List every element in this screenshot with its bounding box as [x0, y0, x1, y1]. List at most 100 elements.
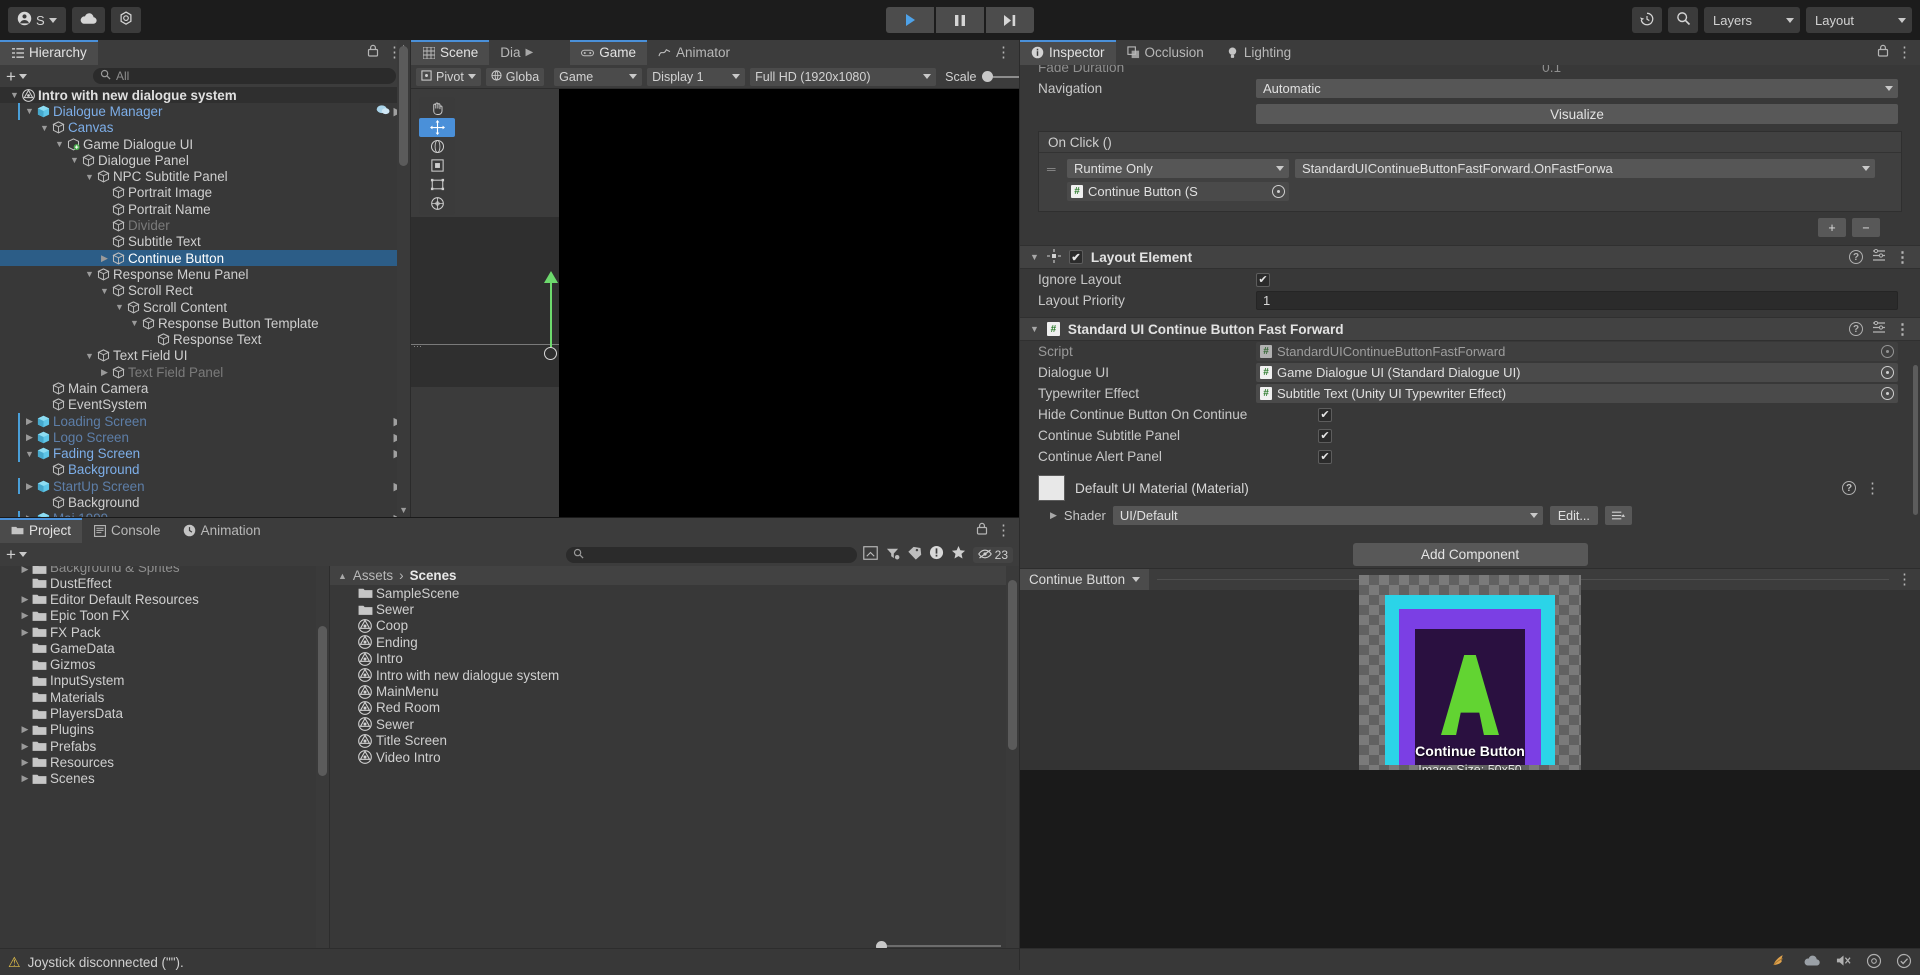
tab-game[interactable]: Game: [570, 40, 648, 65]
project-file-row[interactable]: Ending: [330, 634, 1019, 650]
filter-type-icon[interactable]: [885, 546, 900, 564]
hierarchy-row[interactable]: ▼ NPC Subtitle Panel: [0, 168, 410, 184]
project-tree-row[interactable]: DustEffect: [0, 575, 329, 591]
undo-history-button[interactable]: [1632, 7, 1662, 33]
hierarchy-row[interactable]: ▶ Background: [0, 494, 410, 510]
tab-scene[interactable]: Scene: [411, 40, 490, 65]
chevron-right-icon[interactable]: ▶: [1050, 510, 1057, 521]
hierarchy-row[interactable]: ▼Dialogue Manager▶: [0, 103, 410, 120]
status-bar[interactable]: ⚠ Joystick disconnected ("").: [0, 948, 1920, 975]
project-kebab-icon[interactable]: ⋮: [996, 523, 1011, 538]
project-tree-row[interactable]: ▶ Epic Toon FX: [0, 608, 329, 624]
layout-dropdown[interactable]: Layout: [1806, 7, 1912, 33]
twirl-icon[interactable]: ▼: [23, 106, 36, 116]
twirl-icon[interactable]: ▼: [23, 449, 36, 459]
twirl-icon[interactable]: ▶: [98, 187, 111, 198]
hierarchy-row[interactable]: ▶ Response Text: [0, 331, 410, 347]
twirl-icon[interactable]: ▶: [38, 497, 51, 508]
onclick-target-object-field[interactable]: # Continue Button (S: [1067, 182, 1289, 201]
twirl-icon[interactable]: ▼: [38, 123, 51, 133]
hierarchy-tree[interactable]: ▼ Intro with new dialogue system ▼ Dialogue…: [0, 87, 410, 517]
move-tool-icon[interactable]: [419, 118, 455, 137]
save-search-icon[interactable]: [862, 545, 878, 564]
lock-icon[interactable]: [976, 522, 988, 539]
twirl-icon[interactable]: ▶: [98, 367, 111, 378]
project-tree-row[interactable]: Gizmos: [0, 656, 329, 672]
global-button[interactable]: Globa: [485, 67, 545, 86]
twirl-icon[interactable]: ▶: [23, 481, 36, 492]
project-file-list[interactable]: ▲ Assets › Scenes SampleScene Sewer Coop En…: [330, 566, 1019, 972]
project-file-row[interactable]: Red Room: [330, 700, 1019, 716]
object-picker-icon[interactable]: [1881, 366, 1894, 379]
project-file-row[interactable]: Title Screen: [330, 733, 1019, 749]
project-files-scrollbar[interactable]: [1006, 566, 1019, 972]
search-button[interactable]: [1668, 7, 1698, 33]
collab-icon[interactable]: [1771, 953, 1789, 971]
help-icon[interactable]: ?: [1849, 250, 1863, 264]
lock-icon[interactable]: [367, 44, 379, 61]
project-file-row[interactable]: Coop: [330, 618, 1019, 634]
scale-tool-icon[interactable]: [419, 156, 455, 175]
hierarchy-row[interactable]: ▼Fading Screen▶: [0, 445, 410, 462]
hand-tool-icon[interactable]: [419, 99, 455, 118]
project-file-row[interactable]: Sewer: [330, 716, 1019, 732]
hierarchy-scrollbar[interactable]: ▲ ▼: [397, 40, 410, 517]
tab-occlusion[interactable]: Occlusion: [1116, 40, 1215, 65]
object-picker-icon[interactable]: [1272, 185, 1285, 198]
breadcrumb[interactable]: ▲ Assets › Scenes: [330, 566, 1019, 585]
project-files-scroll-thumb[interactable]: [1008, 580, 1017, 750]
component-header-fast-forward[interactable]: ▼ # Standard UI Continue Button Fast For…: [1020, 317, 1920, 341]
rect-tool-icon[interactable]: [419, 175, 455, 194]
project-file-row[interactable]: Sewer: [330, 601, 1019, 617]
add-event-button[interactable]: +: [1818, 218, 1846, 237]
scene-kebab-icon[interactable]: ⋮: [996, 45, 1011, 60]
chevron-down-icon[interactable]: ▼: [1030, 324, 1039, 334]
settings-gear-icon[interactable]: [1866, 953, 1882, 972]
dialogue-ui-object-field[interactable]: # Game Dialogue UI (Standard Dialogue UI…: [1256, 363, 1898, 382]
twirl-icon[interactable]: ▶: [98, 236, 111, 247]
continue-alert-panel-checkbox[interactable]: ✔: [1318, 449, 1332, 464]
hierarchy-row[interactable]: ▼ Text Field UI: [0, 348, 410, 364]
preset-icon[interactable]: [1872, 320, 1886, 337]
twirl-icon[interactable]: ▶: [98, 253, 111, 264]
tab-dialogue[interactable]: Dia ▶: [489, 40, 544, 65]
add-component-button[interactable]: Add Component: [1352, 543, 1588, 566]
settings-button[interactable]: [110, 7, 141, 33]
project-file-row[interactable]: MainMenu: [330, 683, 1019, 699]
hierarchy-row[interactable]: ▶ Main Camera: [0, 380, 410, 396]
hierarchy-row[interactable]: ▶ Portrait Name: [0, 201, 410, 217]
project-create-button[interactable]: +: [6, 546, 27, 563]
preview-title-tab[interactable]: Continue Button: [1020, 568, 1150, 591]
cloud-button[interactable]: [71, 7, 105, 33]
object-picker-icon[interactable]: [1881, 387, 1894, 400]
tab-animator[interactable]: Animator: [647, 40, 741, 65]
project-file-row[interactable]: Intro: [330, 651, 1019, 667]
step-button[interactable]: [986, 7, 1034, 33]
lock-icon[interactable]: [1877, 44, 1889, 61]
hierarchy-row[interactable]: ▶ Continue Button: [0, 249, 410, 267]
project-file-row[interactable]: SampleScene: [330, 585, 1019, 601]
layout-element-enabled-checkbox[interactable]: ✔: [1068, 250, 1083, 264]
component-kebab-icon[interactable]: ⋮: [1895, 250, 1910, 265]
warning-filter-icon[interactable]: [929, 545, 944, 564]
hierarchy-row[interactable]: ▶ Subtitle Text: [0, 234, 410, 250]
pause-button[interactable]: [936, 7, 984, 33]
twirl-icon[interactable]: ▶: [38, 399, 51, 410]
twirl-icon[interactable]: ▼: [113, 302, 126, 312]
hierarchy-row[interactable]: ▼ Canvas: [0, 120, 410, 136]
remove-event-button[interactable]: −: [1852, 218, 1880, 237]
project-tree-row[interactable]: PlayersData: [0, 705, 329, 721]
hierarchy-row[interactable]: ▼ Dialogue Panel: [0, 152, 410, 168]
scene-viewport[interactable]: ⋯: [411, 89, 1019, 517]
project-tree-row[interactable]: ▶ Resources: [0, 754, 329, 770]
project-tree-row[interactable]: ▶ Prefabs: [0, 738, 329, 754]
scroll-up-icon[interactable]: ▲: [338, 571, 347, 581]
shader-dropdown[interactable]: UI/Default: [1112, 506, 1543, 525]
twirl-icon[interactable]: ▶: [18, 594, 32, 605]
check-status-icon[interactable]: [1896, 953, 1912, 972]
project-tree-scroll-thumb[interactable]: [318, 626, 327, 776]
tab-project[interactable]: Project: [0, 518, 83, 543]
material-kebab-icon[interactable]: ⋮: [1865, 481, 1880, 496]
hierarchy-row[interactable]: ▶ EventSystem: [0, 397, 410, 413]
project-tree-row[interactable]: ▶ Scenes: [0, 771, 329, 787]
